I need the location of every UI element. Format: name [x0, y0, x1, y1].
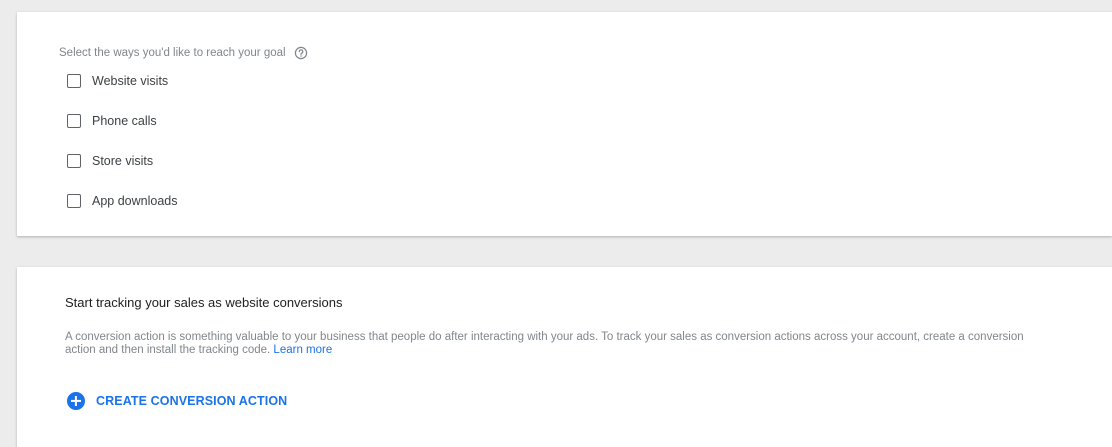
conversion-tracking-card: Start tracking your sales as website con… — [17, 267, 1112, 447]
store-visits-checkbox[interactable] — [67, 154, 81, 168]
page: Select the ways you'd like to reach your… — [0, 0, 1112, 447]
goal-options-card: Select the ways you'd like to reach your… — [17, 12, 1112, 236]
option-website-visits[interactable]: Website visits — [67, 74, 168, 88]
option-label: Website visits — [92, 74, 169, 88]
create-button-label: CREATE CONVERSION ACTION — [96, 394, 288, 408]
tracking-description: A conversion action is something valuabl… — [65, 331, 1025, 357]
tracking-description-text: A conversion action is something valuabl… — [65, 331, 1024, 356]
help-circle-icon[interactable] — [294, 46, 308, 60]
option-label: App downloads — [92, 194, 178, 208]
learn-more-link[interactable]: Learn more — [273, 344, 332, 356]
app-downloads-checkbox[interactable] — [67, 194, 81, 208]
option-app-downloads[interactable]: App downloads — [67, 194, 177, 208]
option-store-visits[interactable]: Store visits — [67, 154, 153, 168]
add-circle-icon — [67, 392, 85, 410]
option-label: Store visits — [92, 154, 154, 168]
website-visits-checkbox[interactable] — [67, 74, 81, 88]
option-label: Phone calls — [92, 114, 157, 128]
goal-header-text: Select the ways you'd like to reach your… — [59, 47, 286, 59]
option-phone-calls[interactable]: Phone calls — [67, 114, 157, 128]
goal-header: Select the ways you'd like to reach your… — [59, 46, 308, 60]
tracking-title: Start tracking your sales as website con… — [65, 295, 343, 310]
create-conversion-action-button[interactable]: CREATE CONVERSION ACTION — [67, 392, 287, 410]
phone-calls-checkbox[interactable] — [67, 114, 81, 128]
